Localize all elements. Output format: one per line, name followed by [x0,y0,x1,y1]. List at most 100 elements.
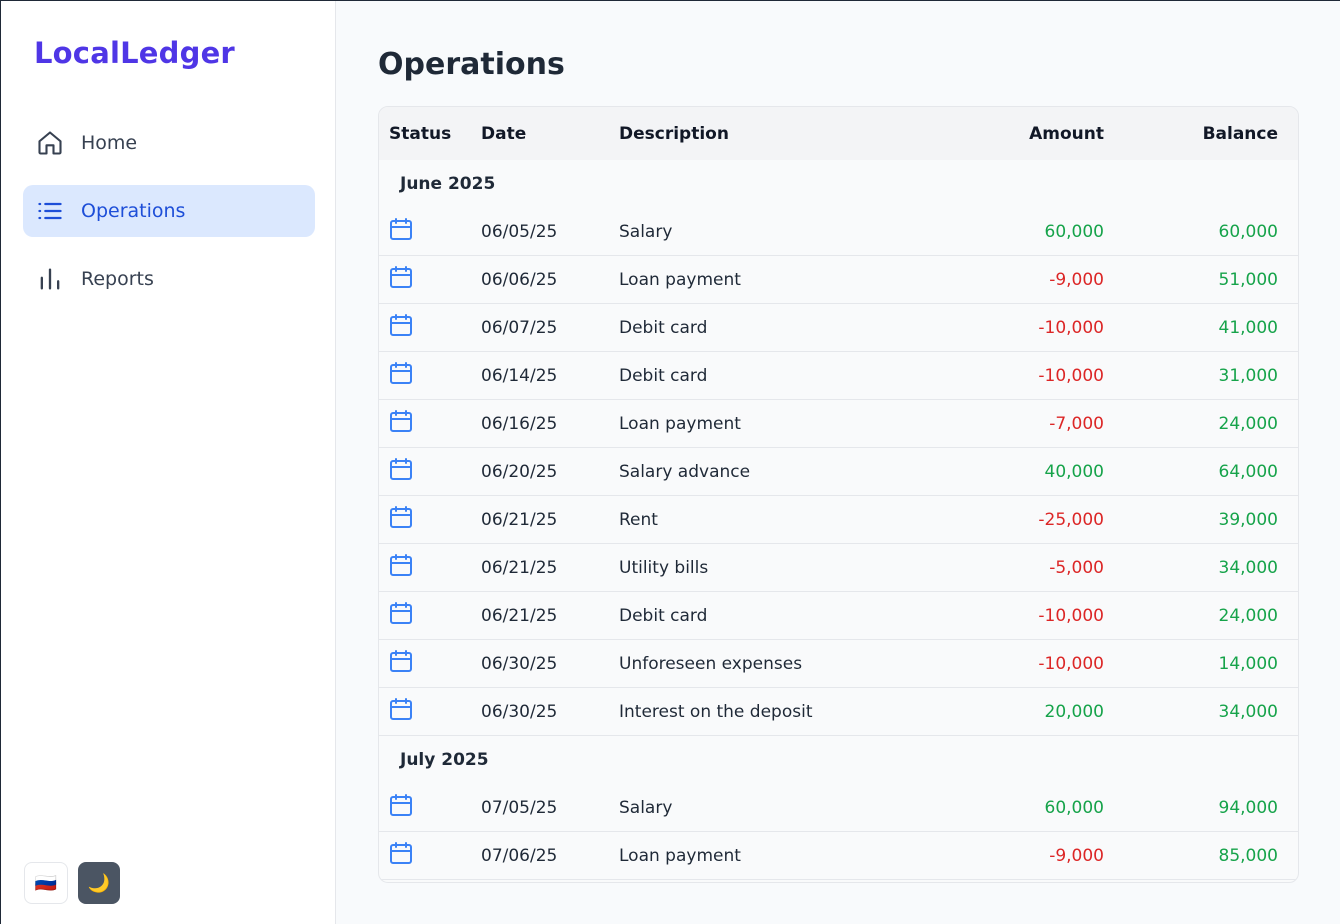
header-balance[interactable]: Balance [1104,124,1288,144]
table-body: June 2025 06/05/25 Salary 60,000 60,000 06/… [379,160,1298,880]
description-cell: Loan payment [619,269,741,290]
balance-cell: 24,000 [1218,605,1278,626]
header-status[interactable]: Status [379,124,481,144]
table-row[interactable]: 06/16/25 Loan payment -7,000 24,000 [379,400,1298,448]
description-cell: Debit card [619,365,708,386]
status-cell [379,649,481,678]
description-cell: Utility bills [619,557,709,578]
calendar-icon[interactable] [389,601,413,625]
header-amount[interactable]: Amount [889,124,1104,144]
header-description[interactable]: Description [619,124,889,144]
group-header: June 2025 [400,174,496,194]
calendar-icon[interactable] [389,265,413,289]
amount-cell: -25,000 [1038,509,1104,530]
description-cell: Loan payment [619,845,741,866]
moon-icon: 🌙 [87,872,111,894]
russian-flag-icon: 🇷🇺 [34,872,58,894]
table-row[interactable]: 06/30/25 Interest on the deposit 20,000 34,… [379,688,1298,736]
group-header: July 2025 [400,750,489,770]
app-logo[interactable]: LocalLedger [34,36,235,70]
table-row[interactable]: 06/30/25 Unforeseen expenses -10,000 14,000 [379,640,1298,688]
description-cell: Salary [619,797,673,818]
sidebar-item-label: Home [81,132,138,154]
amount-cell: 60,000 [1044,221,1104,242]
date-cell: 06/05/25 [481,221,558,242]
status-cell [379,553,481,582]
status-cell [379,409,481,438]
description-cell: Debit card [619,317,708,338]
calendar-icon[interactable] [389,217,413,241]
table-row[interactable]: 06/06/25 Loan payment -9,000 51,000 [379,256,1298,304]
calendar-icon[interactable] [389,649,413,673]
date-cell: 06/21/25 [481,605,558,626]
sidebar: LocalLedger Home Operations Reports 🇷🇺 🌙 [1,1,336,924]
calendar-icon[interactable] [389,697,413,721]
balance-cell: 24,000 [1218,413,1278,434]
table-row[interactable]: 06/14/25 Debit card -10,000 31,000 [379,352,1298,400]
sidebar-item-reports[interactable]: Reports [23,253,315,305]
balance-cell: 14,000 [1218,653,1278,674]
calendar-icon[interactable] [389,361,413,385]
home-icon [35,128,65,158]
balance-cell: 51,000 [1218,269,1278,290]
status-cell [379,265,481,294]
description-cell: Rent [619,509,658,530]
date-cell: 06/21/25 [481,509,558,530]
table-row[interactable]: 07/05/25 Salary 60,000 94,000 [379,784,1298,832]
status-cell [379,793,481,822]
sidebar-item-label: Operations [81,200,186,222]
sidebar-item-operations[interactable]: Operations [23,185,315,237]
date-cell: 07/05/25 [481,797,558,818]
sidebar-item-home[interactable]: Home [23,117,315,169]
description-cell: Interest on the deposit [619,701,813,722]
status-cell [379,841,481,870]
sidebar-footer: 🇷🇺 🌙 [24,862,120,904]
amount-cell: -9,000 [1049,845,1104,866]
calendar-icon[interactable] [389,313,413,337]
header-date[interactable]: Date [481,124,619,144]
calendar-icon[interactable] [389,553,413,577]
amount-cell: 20,000 [1044,701,1104,722]
balance-cell: 39,000 [1218,509,1278,530]
table-header: Status Date Description Amount Balance [379,107,1298,160]
status-cell [379,457,481,486]
status-cell [379,505,481,534]
table-row[interactable]: 06/21/25 Debit card -10,000 24,000 [379,592,1298,640]
table-row[interactable]: 06/20/25 Salary advance 40,000 64,000 [379,448,1298,496]
description-cell: Unforeseen expenses [619,653,803,674]
app-frame: LocalLedger Home Operations Reports 🇷🇺 🌙… [0,0,1340,924]
amount-cell: -7,000 [1049,413,1104,434]
amount-cell: -10,000 [1038,365,1104,386]
description-cell: Salary [619,221,673,242]
main-content: Operations Status Date Description Amoun… [336,1,1340,924]
table-row[interactable]: 06/21/25 Rent -25,000 39,000 [379,496,1298,544]
amount-cell: -10,000 [1038,605,1104,626]
table-row[interactable]: 06/05/25 Salary 60,000 60,000 [379,208,1298,256]
balance-cell: 34,000 [1218,557,1278,578]
calendar-icon[interactable] [389,793,413,817]
theme-toggle-button[interactable]: 🌙 [78,862,120,904]
list-icon [35,196,65,226]
status-cell [379,601,481,630]
balance-cell: 85,000 [1218,845,1278,866]
status-cell [379,697,481,726]
amount-cell: -5,000 [1049,557,1104,578]
balance-cell: 94,000 [1218,797,1278,818]
balance-cell: 41,000 [1218,317,1278,338]
calendar-icon[interactable] [389,457,413,481]
table-row[interactable]: 06/07/25 Debit card -10,000 41,000 [379,304,1298,352]
table-row[interactable]: 06/21/25 Utility bills -5,000 34,000 [379,544,1298,592]
sidebar-item-label: Reports [81,268,154,290]
bar-chart-icon [35,264,65,294]
balance-cell: 31,000 [1218,365,1278,386]
calendar-icon[interactable] [389,841,413,865]
status-cell [379,313,481,342]
status-cell [379,217,481,246]
amount-cell: -10,000 [1038,653,1104,674]
balance-cell: 34,000 [1218,701,1278,722]
table-row[interactable]: 07/06/25 Loan payment -9,000 85,000 [379,832,1298,880]
page-title: Operations [378,47,565,82]
calendar-icon[interactable] [389,505,413,529]
language-button[interactable]: 🇷🇺 [24,862,68,904]
calendar-icon[interactable] [389,409,413,433]
